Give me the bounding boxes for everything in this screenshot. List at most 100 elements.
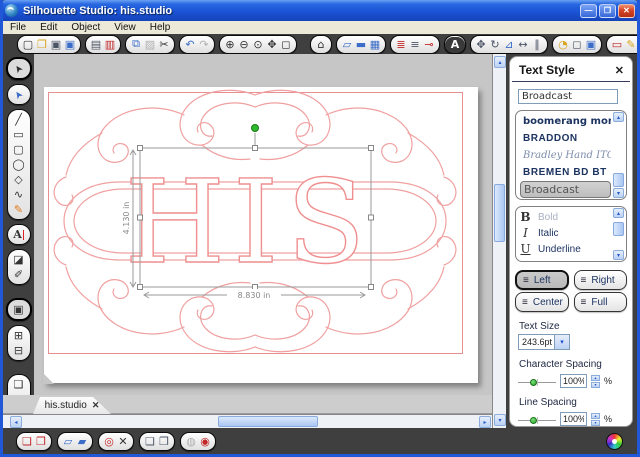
page-settings-icon[interactable]: ▱ — [340, 37, 354, 52]
undo-icon[interactable]: ↶ — [183, 37, 197, 52]
effects-tool[interactable]: ⊟ — [11, 343, 27, 358]
weld-icon[interactable]: ◍ — [184, 434, 198, 449]
font-item-bradley[interactable]: Bradley Hand ITC — [520, 147, 611, 164]
horizontal-scroll-thumb[interactable] — [218, 416, 318, 427]
cut-settings-icon[interactable]: ≡ — [408, 37, 422, 52]
knife-tool[interactable]: ✐ — [11, 267, 27, 282]
sketch-pen-icon[interactable]: ✎ — [624, 37, 638, 52]
save-icon[interactable]: ▣ — [49, 37, 63, 52]
scroll-up-icon[interactable]: ▴ — [613, 112, 624, 122]
scroll-down-icon[interactable]: ▾ — [494, 414, 506, 426]
send-backward-icon[interactable]: ❐ — [157, 434, 171, 449]
release-compound-icon[interactable]: ▰ — [75, 434, 89, 449]
align-right-button[interactable]: ≡ Right — [573, 270, 627, 290]
scale-icon[interactable]: ⊿ — [502, 37, 516, 52]
align-full-button[interactable]: ≡ Full — [573, 292, 627, 312]
step-up-icon[interactable]: ▴ — [591, 374, 600, 381]
step-up-icon[interactable]: ▴ — [591, 412, 600, 419]
bring-forward-icon[interactable]: ❏ — [143, 434, 157, 449]
font-search-input[interactable] — [518, 89, 618, 104]
save-as-icon[interactable]: ▣ — [63, 37, 77, 52]
style-italic[interactable]: I Italic — [520, 225, 611, 241]
font-item-braddon[interactable]: BRADDON — [520, 130, 611, 147]
vertical-scrollbar[interactable]: ▴ ▾ — [492, 54, 506, 428]
style-scroll-thumb[interactable] — [613, 222, 624, 236]
copy-icon[interactable]: ⧉ — [129, 37, 143, 52]
maximize-button[interactable]: ❒ — [599, 3, 616, 18]
scroll-down-icon[interactable]: ▾ — [613, 250, 624, 260]
slider-thumb[interactable] — [530, 378, 537, 386]
menu-help[interactable]: Help — [143, 21, 178, 34]
color-wheel-icon[interactable] — [606, 433, 623, 450]
document-tab[interactable]: his.studio ✕ — [33, 397, 111, 414]
scroll-up-icon[interactable]: ▴ — [494, 56, 506, 68]
menu-edit[interactable]: Edit — [33, 21, 64, 34]
send-to-silhouette-icon[interactable]: ▥ — [103, 37, 117, 52]
curve-tool[interactable]: ∿ — [11, 187, 27, 202]
zoom-selection-icon[interactable]: ⊙ — [251, 37, 265, 52]
design-canvas[interactable]: HIS 4.130 in 8.830 in — [34, 54, 492, 395]
style-underline[interactable]: U Underline — [520, 241, 611, 257]
line-spacing-input[interactable] — [560, 412, 587, 426]
pan-icon[interactable]: ✥ — [265, 37, 279, 52]
line-tool[interactable]: ╱ — [11, 112, 27, 127]
cutting-page[interactable]: HIS 4.130 in 8.830 in — [43, 87, 478, 384]
ellipse-tool[interactable]: ◯ — [11, 157, 27, 172]
modify-icon[interactable]: ◉ — [198, 434, 212, 449]
eraser-tool[interactable]: ◪ — [11, 252, 27, 267]
minimize-button[interactable]: — — [580, 3, 597, 18]
font-item-boomerang[interactable]: boomerang monkey delux — [520, 113, 611, 130]
zoom-out-icon[interactable]: ⊖ — [237, 37, 251, 52]
paste-icon[interactable]: ▨ — [143, 37, 157, 52]
text-tool[interactable]: A — [11, 227, 27, 242]
step-down-icon[interactable]: ▾ — [591, 419, 600, 426]
edit-points-tool[interactable]: ➤ — [8, 84, 29, 106]
select-tool[interactable]: ➤ — [8, 58, 29, 80]
line-color-tool[interactable]: ⊞ — [11, 328, 27, 343]
cut-key-icon[interactable]: ⊸ — [422, 37, 436, 52]
style-list-scrollbar[interactable]: ▴ ▾ — [613, 208, 625, 260]
fill-color-tool[interactable]: ▣ — [11, 302, 27, 317]
shear-icon[interactable]: ∥ — [530, 37, 544, 52]
rectangle-tool[interactable]: ▭ — [11, 127, 27, 142]
tab-close-icon[interactable]: ✕ — [92, 400, 100, 411]
delete-icon[interactable]: ✕ — [116, 434, 130, 449]
zoom-in-icon[interactable]: ⊕ — [223, 37, 237, 52]
menu-file[interactable]: File — [3, 21, 33, 34]
lock-icon[interactable]: ⌂ — [314, 37, 328, 52]
character-spacing-slider[interactable] — [518, 376, 556, 387]
print-icon[interactable]: ▤ — [89, 37, 103, 52]
rotate-icon[interactable]: ↻ — [488, 37, 502, 52]
rotate-handle[interactable] — [251, 124, 259, 132]
registration-marks-icon[interactable]: ≣ — [394, 37, 408, 52]
rounded-rectangle-tool[interactable]: ▢ — [11, 142, 27, 157]
vertical-scroll-thumb[interactable] — [494, 184, 505, 242]
corner-icon[interactable]: ◻ — [570, 37, 584, 52]
panel-close-icon[interactable]: ✕ — [615, 64, 624, 77]
close-button[interactable]: ✕ — [618, 3, 635, 18]
scroll-up-icon[interactable]: ▴ — [613, 208, 624, 218]
grid-icon[interactable]: ▦ — [368, 37, 382, 52]
cut-icon[interactable]: ✂ — [157, 37, 171, 52]
ungroup-icon[interactable]: ❏ — [20, 434, 34, 449]
step-down-icon[interactable]: ▾ — [591, 381, 600, 388]
design-text[interactable]: HIS — [124, 155, 374, 290]
make-compound-icon[interactable]: ▱ — [61, 434, 75, 449]
menu-view[interactable]: View — [107, 21, 143, 34]
scroll-down-icon[interactable]: ▾ — [613, 188, 624, 198]
open-icon[interactable]: ❐ — [35, 37, 49, 52]
font-scroll-thumb[interactable] — [613, 173, 624, 187]
font-list-scrollbar[interactable]: ▴ ▾ — [613, 112, 625, 198]
scroll-right-icon[interactable]: ▸ — [479, 416, 491, 428]
group-icon[interactable]: ❐ — [34, 434, 48, 449]
character-spacing-input[interactable] — [560, 374, 587, 388]
text-size-dropdown[interactable]: 243.6pt ▾ — [518, 334, 570, 350]
print-border-icon[interactable]: ▬ — [354, 37, 368, 52]
chevron-down-icon[interactable]: ▾ — [554, 335, 569, 349]
redo-icon[interactable]: ↷ — [197, 37, 211, 52]
horizontal-scrollbar[interactable]: ◂ ▸ — [3, 414, 492, 428]
menu-object[interactable]: Object — [64, 21, 107, 34]
font-item-bremen[interactable]: BREMEN BD BT — [520, 164, 611, 181]
new-icon[interactable]: ▢ — [21, 37, 35, 52]
move-icon[interactable]: ✥ — [474, 37, 488, 52]
